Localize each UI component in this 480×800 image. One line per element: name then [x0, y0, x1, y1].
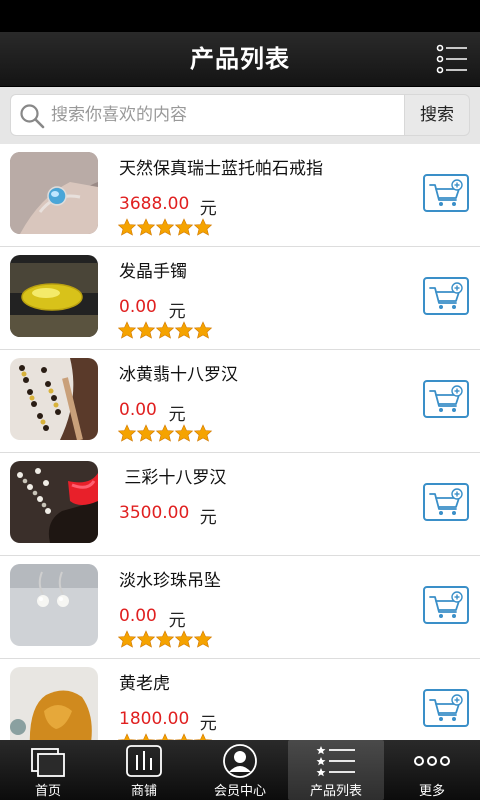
tab-store[interactable]: 商铺: [96, 740, 192, 800]
product-name[interactable]: 天然保真瑞士蓝托帕石戒指: [119, 154, 323, 179]
rating-stars: [117, 218, 213, 236]
header-bar: 产品列表: [0, 32, 480, 87]
list-item[interactable]: 淡水珍珠吊坠 0.00 元: [0, 556, 480, 659]
product-name[interactable]: 三彩十八罗汉: [119, 463, 226, 488]
price-unit: 元: [168, 611, 186, 631]
list-item[interactable]: 冰黄翡十八罗汉 0.00 元: [0, 350, 480, 453]
product-name[interactable]: 黄老虎: [119, 669, 170, 694]
search-bar: 搜索: [0, 87, 480, 144]
product-price: 0.00: [119, 400, 157, 420]
product-name[interactable]: 冰黄翡十八罗汉: [119, 360, 238, 385]
list-item[interactable]: 黄老虎 1800.00 元: [0, 659, 480, 740]
search-input[interactable]: [51, 95, 401, 135]
tab-label: 商铺: [130, 784, 157, 799]
price-unit: 元: [199, 508, 217, 528]
list-item[interactable]: 天然保真瑞士蓝托帕石戒指 3688.00 元: [0, 144, 480, 247]
more-icon: [412, 743, 452, 779]
tab-product-list[interactable]: 产品列表: [288, 740, 384, 800]
product-name[interactable]: 淡水珍珠吊坠: [119, 566, 221, 591]
rating-stars: [117, 424, 213, 442]
product-image[interactable]: [10, 358, 98, 440]
product-price: 3688.00: [119, 194, 190, 214]
member-icon: [220, 743, 260, 779]
add-to-cart-icon[interactable]: [423, 586, 469, 624]
add-to-cart-icon[interactable]: [423, 483, 469, 521]
list-item[interactable]: 三彩十八罗汉 3500.00 元: [0, 453, 480, 556]
tab-label: 首页: [34, 784, 61, 799]
bottom-tab-bar: 首页 商铺 会员中心 产品列表 更多: [0, 740, 480, 800]
product-list: 天然保真瑞士蓝托帕石戒指 3688.00 元发晶手镯 0.00 元冰黄翡十八罗汉 0.00…: [0, 144, 480, 740]
rating-stars: [117, 630, 213, 648]
add-to-cart-icon[interactable]: [423, 174, 469, 212]
add-to-cart-icon[interactable]: [423, 689, 469, 727]
product-price: 3500.00: [119, 503, 190, 523]
search-icon: [20, 104, 45, 129]
add-to-cart-icon[interactable]: [423, 277, 469, 315]
page-title: 产品列表: [190, 45, 290, 73]
add-to-cart-icon[interactable]: [423, 380, 469, 418]
tab-label: 更多: [418, 784, 445, 799]
rating-stars: [117, 733, 213, 740]
tab-more[interactable]: 更多: [384, 740, 480, 800]
home-icon: [28, 743, 68, 779]
product-image[interactable]: [10, 461, 98, 543]
product-list-icon: [316, 743, 356, 779]
status-bar: [0, 0, 480, 32]
product-price: 0.00: [119, 297, 157, 317]
tab-member[interactable]: 会员中心: [192, 740, 288, 800]
price-unit: 元: [199, 714, 217, 734]
product-image[interactable]: [10, 667, 98, 740]
price-unit: 元: [168, 405, 186, 425]
tab-label: 产品列表: [309, 784, 362, 799]
rating-stars: [117, 321, 213, 339]
price-unit: 元: [168, 302, 186, 322]
list-item[interactable]: 发晶手镯 0.00 元: [0, 247, 480, 350]
product-image[interactable]: [10, 255, 98, 337]
search-button[interactable]: 搜索: [405, 94, 470, 136]
product-name[interactable]: 发晶手镯: [119, 257, 187, 282]
price-unit: 元: [199, 199, 217, 219]
search-box: [10, 94, 405, 136]
tab-label: 会员中心: [213, 784, 266, 799]
product-image[interactable]: [10, 152, 98, 234]
product-price: 0.00: [119, 606, 157, 626]
tab-home[interactable]: 首页: [0, 740, 96, 800]
list-menu-icon[interactable]: [436, 44, 468, 74]
product-image[interactable]: [10, 564, 98, 646]
store-icon: [124, 743, 164, 779]
product-price: 1800.00: [119, 709, 190, 729]
